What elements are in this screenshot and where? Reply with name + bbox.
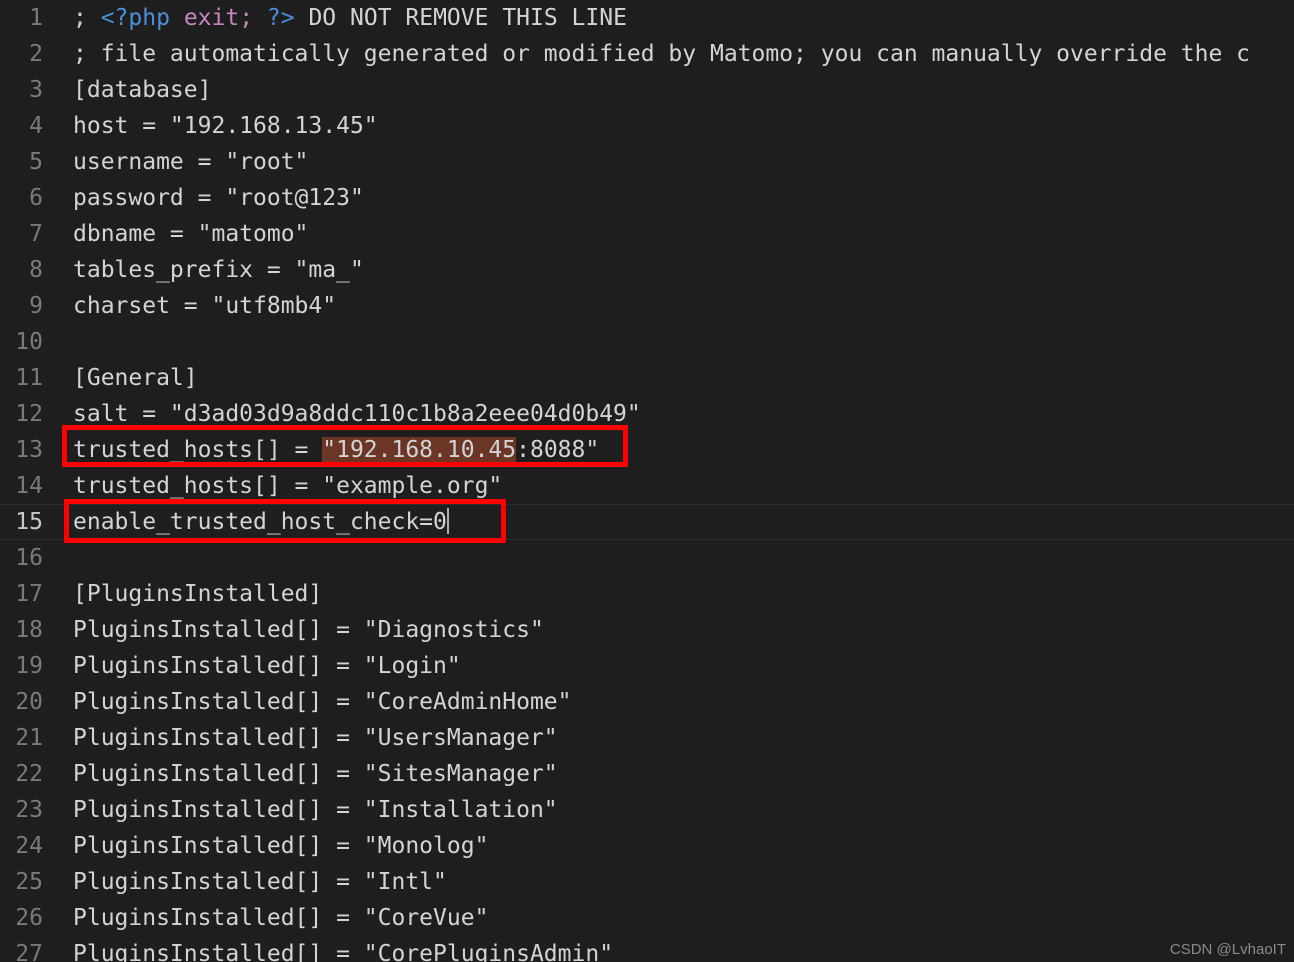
token-php-close: ?> — [266, 5, 295, 31]
line-number: 9 — [29, 293, 43, 319]
code-line-12[interactable]: 12 salt = "d3ad03d9a8ddc110c1b8a2eee04d0… — [0, 396, 1294, 432]
code-line-20[interactable]: 20 PluginsInstalled[] = "CoreAdminHome" — [0, 684, 1294, 720]
code-lines-container[interactable]: 1 ; <?php exit; ?> DO NOT REMOVE THIS LI… — [0, 0, 1294, 962]
code-line-content[interactable]: salt = "d3ad03d9a8ddc110c1b8a2eee04d0b49… — [73, 396, 641, 432]
code-line-25[interactable]: 25 PluginsInstalled[] = "Intl" — [0, 864, 1294, 900]
token-comment-prefix: ; — [73, 5, 101, 31]
token-do-not-remove-text: DO NOT REMOVE THIS LINE — [294, 5, 627, 31]
code-line-content[interactable]: [PluginsInstalled] — [73, 576, 322, 612]
trusted-hosts-key: trusted_hosts[] = — [73, 437, 323, 463]
code-line-16[interactable]: 16 — [0, 540, 1294, 576]
code-line-5[interactable]: 5 username = "root" — [0, 144, 1294, 180]
code-line-22[interactable]: 22 PluginsInstalled[] = "SitesManager" — [0, 756, 1294, 792]
code-line-content[interactable]: PluginsInstalled[] = "Login" — [73, 648, 461, 684]
code-line-15[interactable]: 15 enable_trusted_host_check=0 — [0, 504, 1294, 540]
code-line-content[interactable]: password = "root@123" — [73, 180, 364, 216]
code-line-1[interactable]: 1 ; <?php exit; ?> DO NOT REMOVE THIS LI… — [0, 0, 1294, 36]
code-line-content[interactable]: PluginsInstalled[] = "CorePluginsAdmin" — [73, 936, 613, 962]
code-line-content[interactable]: PluginsInstalled[] = "SitesManager" — [73, 756, 558, 792]
code-line-content[interactable]: PluginsInstalled[] = "CoreVue" — [73, 900, 488, 936]
code-line-7[interactable]: 7 dbname = "matomo" — [0, 216, 1294, 252]
line-number: 25 — [15, 869, 43, 895]
code-line-content[interactable]: trusted_hosts[] = "192.168.10.45:8088" — [73, 432, 599, 468]
code-line-19[interactable]: 19 PluginsInstalled[] = "Login" — [0, 648, 1294, 684]
code-line-4[interactable]: 4 host = "192.168.13.45" — [0, 108, 1294, 144]
line-number: 16 — [15, 545, 43, 571]
line-number: 5 — [29, 149, 43, 175]
code-line-content[interactable]: ; <?php exit; ?> DO NOT REMOVE THIS LINE — [73, 0, 627, 36]
line-number: 21 — [15, 725, 43, 751]
code-line-8[interactable]: 8 tables_prefix = "ma_" — [0, 252, 1294, 288]
text-caret — [446, 508, 449, 534]
code-line-content[interactable]: PluginsInstalled[] = "Monolog" — [73, 828, 488, 864]
line-number-active: 15 — [15, 509, 43, 535]
code-line-3[interactable]: 3 [database] — [0, 72, 1294, 108]
code-line-2[interactable]: 2 ; file automatically generated or modi… — [0, 36, 1294, 72]
code-line-content[interactable]: PluginsInstalled[] = "CoreAdminHome" — [73, 684, 572, 720]
code-line-content[interactable]: PluginsInstalled[] = "Diagnostics" — [73, 612, 544, 648]
code-line-content[interactable]: [General] — [73, 360, 198, 396]
code-line-24[interactable]: 24 PluginsInstalled[] = "Monolog" — [0, 828, 1294, 864]
code-line-content[interactable]: trusted_hosts[] = "example.org" — [73, 468, 502, 504]
line-number: 23 — [15, 797, 43, 823]
line-number: 3 — [29, 77, 43, 103]
code-line-content[interactable]: dbname = "matomo" — [73, 216, 308, 252]
token-php-open: <?php — [100, 5, 170, 31]
watermark-label: CSDN @LvhaoIT — [1169, 941, 1286, 958]
line-number: 2 — [29, 41, 43, 67]
line-number: 4 — [29, 113, 43, 139]
code-line-content[interactable]: [database] — [73, 72, 211, 108]
line-number: 12 — [15, 401, 43, 427]
line-number: 11 — [15, 365, 43, 391]
code-line-21[interactable]: 21 PluginsInstalled[] = "UsersManager" — [0, 720, 1294, 756]
code-line-content[interactable]: host = "192.168.13.45" — [73, 108, 378, 144]
code-line-18[interactable]: 18 PluginsInstalled[] = "Diagnostics" — [0, 612, 1294, 648]
code-line-content[interactable]: enable_trusted_host_check=0 — [73, 504, 449, 540]
code-line-content[interactable]: PluginsInstalled[] = "Installation" — [73, 792, 558, 828]
code-line-9[interactable]: 9 charset = "utf8mb4" — [0, 288, 1294, 324]
code-line-content[interactable]: PluginsInstalled[] = "UsersManager" — [73, 720, 558, 756]
line-number: 20 — [15, 689, 43, 715]
line-number: 8 — [29, 257, 43, 283]
line-number: 18 — [15, 617, 43, 643]
code-line-6[interactable]: 6 password = "root@123" — [0, 180, 1294, 216]
code-line-content[interactable]: tables_prefix = "ma_" — [73, 252, 364, 288]
code-line-content[interactable]: ; file automatically generated or modifi… — [73, 36, 1250, 72]
token-exit-keyword: exit — [183, 5, 240, 31]
code-line-11[interactable]: 11 [General] — [0, 360, 1294, 396]
line-number: 7 — [29, 221, 43, 247]
line-number: 22 — [15, 761, 43, 787]
code-line-content[interactable]: username = "root" — [73, 144, 308, 180]
code-line-14[interactable]: 14 trusted_hosts[] = "example.org" — [0, 468, 1294, 504]
token-semicolon: ; — [239, 5, 267, 31]
code-line-17[interactable]: 17 [PluginsInstalled] — [0, 576, 1294, 612]
line-number: 10 — [15, 329, 43, 355]
line-number: 17 — [15, 581, 43, 607]
selected-host-value[interactable]: "192.168.10.45 — [322, 437, 517, 463]
line-number: 13 — [15, 437, 43, 463]
code-line-23[interactable]: 23 PluginsInstalled[] = "Installation" — [0, 792, 1294, 828]
line-number: 1 — [29, 5, 43, 31]
line-number: 27 — [15, 941, 43, 962]
code-line-26[interactable]: 26 PluginsInstalled[] = "CoreVue" — [0, 900, 1294, 936]
line-number: 26 — [15, 905, 43, 931]
code-line-13[interactable]: 13 trusted_hosts[] = "192.168.10.45:8088… — [0, 432, 1294, 468]
line-number: 19 — [15, 653, 43, 679]
code-line-27[interactable]: 27 PluginsInstalled[] = "CorePluginsAdmi… — [0, 936, 1294, 962]
code-editor[interactable]: 1 ; <?php exit; ?> DO NOT REMOVE THIS LI… — [0, 0, 1294, 962]
host-port-suffix: :8088" — [516, 437, 600, 463]
code-line-content[interactable]: charset = "utf8mb4" — [73, 288, 336, 324]
enable-trusted-host-check-text: enable_trusted_host_check=0 — [73, 509, 447, 535]
line-number: 14 — [15, 473, 43, 499]
code-line-10[interactable]: 10 — [0, 324, 1294, 360]
line-number: 24 — [15, 833, 43, 859]
code-line-content[interactable]: PluginsInstalled[] = "Intl" — [73, 864, 447, 900]
line-number: 6 — [29, 185, 43, 211]
